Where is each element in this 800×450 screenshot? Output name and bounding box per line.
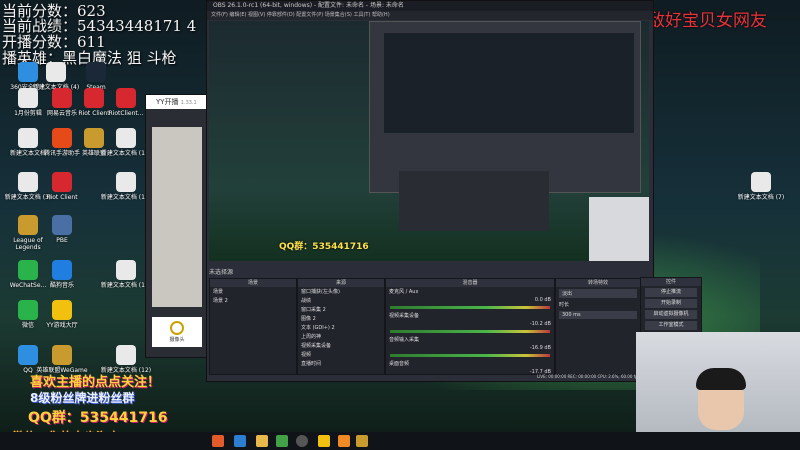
preview-mixer-strip — [399, 171, 549, 231]
desktop-icon-label: PBE — [56, 237, 68, 244]
source-item[interactable]: 战绩 — [298, 296, 384, 305]
app-icon — [18, 300, 38, 320]
app-icon — [18, 172, 38, 192]
app-icon — [52, 215, 72, 235]
volume-meter[interactable] — [390, 306, 550, 309]
desktop-icon-label: Riot Client — [46, 194, 78, 201]
desktop-icon-label: 新建文本文档 (7) — [737, 194, 785, 201]
transition-duration[interactable]: 300 ms — [559, 311, 637, 319]
virtual-cam-button[interactable]: 启动虚拟摄像机 — [645, 310, 697, 319]
mixer-channel-db: 0.0 dB — [534, 297, 551, 303]
stop-stream-button[interactable]: 停止推流 — [645, 288, 697, 297]
app-icon — [46, 62, 66, 82]
yy-camera-button[interactable]: 摄像头 — [152, 317, 202, 347]
studio-mode-button[interactable]: 工作室模式 — [645, 321, 697, 330]
source-item[interactable]: 窗口采集 2 — [298, 305, 384, 314]
yy-version: 1.33.1 — [180, 100, 197, 106]
mixer-channel-db: -16.9 dB — [529, 345, 551, 351]
mixer-channel-name: 音频输入采集 — [389, 337, 420, 343]
desktop-icon[interactable]: 新建文本文档 (7) — [735, 172, 787, 224]
promo-follow: 喜欢主播的点点关注！ — [30, 375, 161, 390]
sources-panel: 来源 窗口捕获(左头像) 战绩 窗口采集 2 图像 2 文本 (GDI+) 2 … — [297, 278, 385, 375]
mini-qq: QQ群：535441716 — [279, 242, 369, 252]
start-record-button[interactable]: 开始录制 — [645, 299, 697, 308]
app-icon — [52, 260, 72, 280]
taskbar — [0, 432, 800, 450]
game-icon[interactable] — [338, 435, 350, 447]
app-icon[interactable] — [212, 435, 224, 447]
app-icon — [116, 128, 136, 148]
scene-item[interactable]: 场景 — [210, 287, 296, 296]
yy-camera-preview — [152, 127, 202, 307]
volume-meter[interactable] — [390, 330, 550, 333]
app-icon — [52, 172, 72, 192]
obs-menu-bar[interactable]: 文件(F) 编辑(E) 视图(V) 停靠部件(D) 配置文件(P) 场景集合(S… — [207, 11, 653, 20]
app-icon — [116, 260, 136, 280]
app-icon — [18, 215, 38, 235]
preview-cam — [589, 197, 649, 261]
source-item[interactable]: 视频采集设备 — [298, 341, 384, 350]
mixer-channel-name: 视频采集设备 — [389, 313, 420, 319]
mixer-channel-db: -10.2 dB — [529, 321, 551, 327]
folder-icon[interactable] — [256, 435, 268, 447]
edge-icon[interactable] — [234, 435, 246, 447]
app-icon — [52, 345, 72, 365]
source-item[interactable]: 图像 2 — [298, 314, 384, 323]
chat-icon[interactable] — [276, 435, 288, 447]
transition-duration-label: 时长 — [559, 302, 570, 308]
source-item[interactable]: 视频 — [298, 350, 384, 359]
obs-status-line: 未选择源 — [209, 269, 234, 276]
desktop-icon-label: YY游戏大厅 — [46, 322, 78, 329]
obs-icon[interactable] — [296, 435, 308, 447]
scene-item[interactable]: 场景 2 — [210, 296, 296, 305]
app-icon — [18, 345, 38, 365]
scenes-panel: 场景 场景 场景 2 — [209, 278, 297, 375]
source-item[interactable]: 上周的神 — [298, 332, 384, 341]
camera-icon — [170, 321, 184, 335]
source-item[interactable]: 直播时间 — [298, 359, 384, 368]
app-icon — [18, 260, 38, 280]
yy-title: YY开播 — [156, 98, 179, 106]
app-icon — [116, 345, 136, 365]
mixer-panel: 混音器 麦克风 / Aux 0.0 dB 视频采集设备 -10.2 dB 音频输… — [385, 278, 555, 375]
mixer-channel-db: -17.7 dB — [529, 369, 551, 375]
desktop-icon-label: 酷狗音乐 — [49, 282, 74, 289]
promo-qq: QQ群：535441716 — [28, 410, 168, 426]
app-icon — [52, 300, 72, 320]
controls-panel: 控件 停止推流 开始录制 启动虚拟摄像机 工作室模式 — [640, 277, 702, 339]
source-item[interactable]: 文本 (GDI+) 2 — [298, 323, 384, 332]
mixer-channel-name: 桌面音频 — [389, 361, 410, 367]
mixer-channel-name: 麦克风 / Aux — [389, 289, 419, 295]
yy-window[interactable]: YY开播 1.33.1 摄像头 — [145, 94, 209, 358]
transitions-panel: 转场特效 淡出 时长 300 ms — [555, 278, 641, 375]
app-icon — [18, 128, 38, 148]
app-icon — [751, 172, 771, 192]
obs-window[interactable]: OBS 26.1.0-rc1 (64-bit, windows) - 配置文件:… — [206, 0, 662, 382]
app-icon — [86, 62, 106, 82]
yy-icon[interactable] — [318, 435, 330, 447]
obs-title-bar: OBS 26.1.0-rc1 (64-bit, windows) - 配置文件:… — [207, 1, 653, 11]
source-item[interactable]: 窗口捕获(左头像) — [298, 287, 384, 296]
obs-preview[interactable]: QQ群：535441716 — [209, 21, 649, 261]
app-icon — [116, 88, 136, 108]
transition-type[interactable]: 淡出 — [559, 289, 637, 298]
app-icon — [18, 88, 38, 108]
nested-preview-inner — [384, 33, 634, 133]
league-icon[interactable] — [356, 435, 368, 447]
volume-meter[interactable] — [390, 354, 550, 357]
promo-fans: 8级粉丝牌进粉丝群 — [30, 391, 135, 405]
streamer-hair — [696, 368, 746, 390]
